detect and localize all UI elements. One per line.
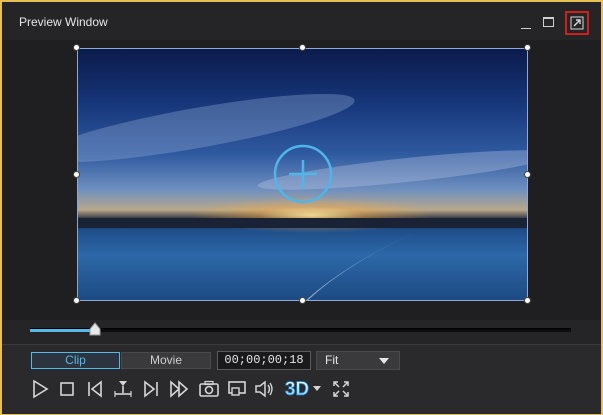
volume-icon[interactable]: [253, 378, 275, 400]
maximize-icon[interactable]: [539, 13, 559, 33]
stop-icon[interactable]: [56, 378, 78, 400]
play-icon[interactable]: [29, 378, 51, 400]
timecode-field[interactable]: 00;00;00;18: [217, 351, 311, 370]
title-bar[interactable]: Preview Window: [2, 2, 601, 40]
clip-mode-button[interactable]: Clip: [31, 352, 120, 369]
previous-frame-icon[interactable]: [84, 378, 106, 400]
fullscreen-icon[interactable]: [330, 378, 352, 400]
snapshot-icon[interactable]: [198, 378, 220, 400]
resize-handle-left[interactable]: [73, 171, 80, 178]
chevron-down-icon: [379, 358, 389, 364]
movie-mode-button[interactable]: Movie: [121, 352, 211, 369]
seek-thumb[interactable]: [89, 322, 101, 336]
resize-handle-top-left[interactable]: [73, 44, 80, 51]
seek-progress: [30, 329, 95, 332]
add-icon[interactable]: [273, 144, 333, 204]
3d-label: 3D: [285, 379, 309, 400]
split-icon[interactable]: [112, 378, 134, 400]
zoom-select[interactable]: Fit: [316, 351, 400, 370]
seek-bar[interactable]: [30, 328, 571, 332]
preview-area: [2, 40, 601, 320]
resize-handle-bottom-right[interactable]: [524, 297, 531, 304]
minimize-icon[interactable]: [516, 13, 536, 33]
detach-icon-glyph: [570, 16, 584, 30]
resize-handle-bottom-left[interactable]: [73, 297, 80, 304]
resize-handle-bottom[interactable]: [299, 297, 306, 304]
detach-icon[interactable]: [565, 11, 589, 35]
dropdown-arrow-icon[interactable]: [311, 378, 323, 400]
display-icon[interactable]: [226, 378, 248, 400]
resize-handle-top[interactable]: [299, 44, 306, 51]
resize-handle-right[interactable]: [524, 171, 531, 178]
resize-handle-top-right[interactable]: [524, 44, 531, 51]
3d-icon[interactable]: 3D: [282, 375, 312, 401]
window-title: Preview Window: [19, 15, 108, 29]
zoom-select-value: Fit: [325, 353, 339, 367]
next-frame-icon[interactable]: [140, 378, 162, 400]
fast-forward-icon[interactable]: [168, 378, 190, 400]
